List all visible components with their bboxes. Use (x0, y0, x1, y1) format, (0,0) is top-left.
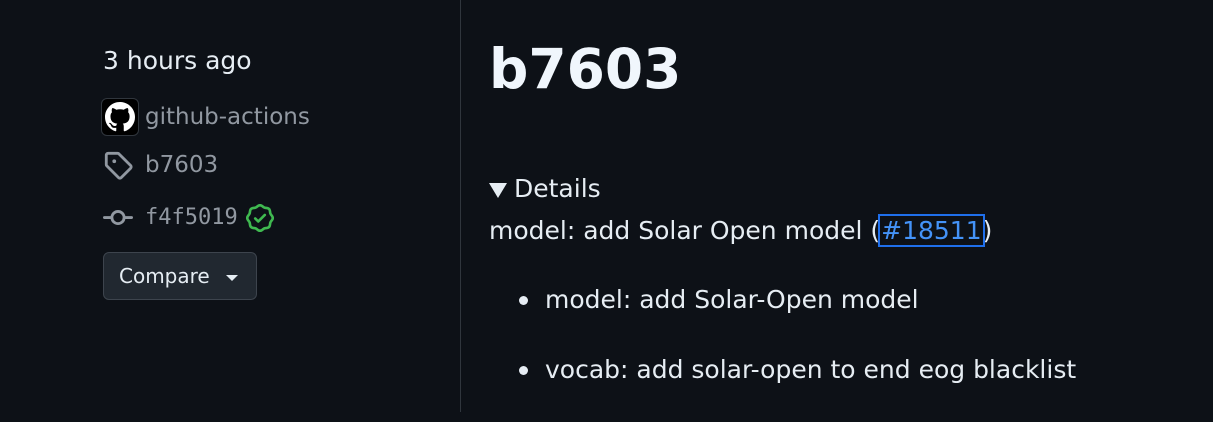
release-sidebar: 3 hours ago github-actions b7603 f4f5019… (0, 0, 460, 412)
commit-message: model: add Solar Open model (#18511) (489, 214, 992, 248)
list-item-text: vocab: add solar-open to end eog blackli… (545, 355, 1077, 384)
commit-message-suffix: ) (982, 216, 993, 245)
release-title[interactable]: b7603 (489, 34, 681, 104)
compare-label: Compare (119, 264, 210, 288)
commit-sha[interactable]: f4f5019 (145, 203, 238, 233)
commit-message-prefix: model: add Solar Open model ( (489, 216, 881, 245)
bullet-icon (519, 366, 528, 375)
tag-name[interactable]: b7603 (145, 150, 218, 180)
triangle-down-icon (489, 182, 507, 198)
change-list: model: add Solar-Open model vocab: add s… (489, 282, 1076, 422)
list-item: vocab: add solar-open to end eog blackli… (489, 352, 1076, 388)
pr-link[interactable]: #18511 (878, 214, 985, 247)
compare-button[interactable]: Compare (103, 252, 257, 300)
release-time: 3 hours ago (103, 46, 252, 75)
details-label: Details (514, 174, 601, 203)
github-actions-avatar[interactable] (101, 98, 139, 136)
release-tag[interactable]: b7603 (103, 150, 218, 180)
tag-icon (104, 151, 133, 180)
release-commit[interactable]: f4f5019 (103, 203, 274, 233)
author-name[interactable]: github-actions (145, 102, 310, 132)
details-toggle[interactable]: Details (489, 172, 601, 206)
release-author[interactable]: github-actions (101, 98, 310, 136)
list-item-text: model: add Solar-Open model (545, 285, 919, 314)
git-commit-icon (103, 210, 133, 226)
list-item: model: add Solar-Open model (489, 282, 1076, 318)
bullet-icon (519, 296, 528, 305)
github-mark-icon (105, 102, 135, 132)
triangle-down-icon (225, 274, 238, 281)
verified-check-icon[interactable] (245, 204, 274, 232)
